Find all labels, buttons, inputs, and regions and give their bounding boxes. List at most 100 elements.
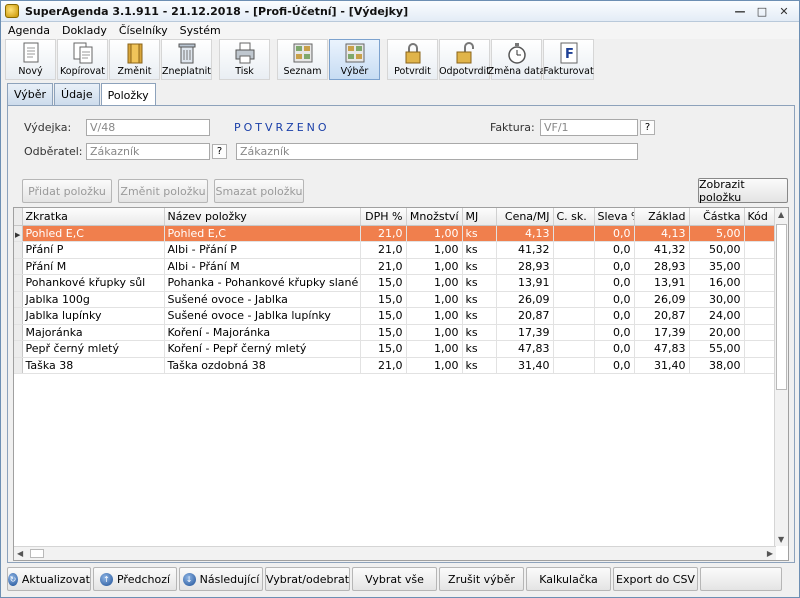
table-cell[interactable] [553, 357, 595, 374]
table-cell[interactable]: 4,13 [634, 225, 690, 242]
table-cell[interactable]: 20,00 [689, 324, 745, 341]
table-cell[interactable]: 0,0 [594, 307, 635, 325]
table-cell[interactable]: Přání P [22, 241, 165, 259]
table-cell[interactable]: 0,0 [594, 225, 635, 242]
tab-vyber[interactable]: Výběr [7, 83, 54, 105]
table-cell[interactable]: Pohled E,C [22, 225, 165, 242]
column-header-nazev[interactable]: Název položky [164, 208, 361, 226]
table-cell[interactable] [553, 307, 595, 325]
table-cell[interactable]: 21,0 [360, 225, 407, 242]
close-icon[interactable]: ✕ [773, 3, 795, 19]
deselect-button[interactable]: Zrušit výběr [439, 567, 524, 591]
column-header-cena[interactable]: Cena/MJ [496, 208, 554, 226]
table-cell[interactable]: ks [462, 274, 497, 292]
table-cell[interactable]: 50,00 [689, 241, 745, 259]
table-cell[interactable] [744, 274, 777, 292]
table-cell[interactable]: 1,00 [406, 357, 463, 374]
copy-button[interactable]: Kopírovat [57, 39, 108, 80]
table-cell[interactable]: 17,39 [634, 324, 690, 341]
table-row[interactable]: Přání P Albi - Přání P 21,0 1,00 ks 41,32 0,0 4… [14, 241, 777, 259]
table-cell[interactable]: 24,00 [689, 307, 745, 325]
table-cell[interactable] [744, 225, 777, 242]
toggle-select-button[interactable]: Vybrat/odebrat [265, 567, 350, 591]
table-cell[interactable]: 21,0 [360, 357, 407, 374]
table-cell[interactable] [744, 291, 777, 308]
table-cell[interactable]: 28,93 [634, 258, 690, 275]
table-row[interactable]: Jablka lupínky Sušené ovoce - Jablka lupí… [14, 307, 777, 325]
maximize-icon[interactable]: □ [751, 3, 773, 19]
table-cell[interactable]: 1,00 [406, 340, 463, 358]
table-row[interactable]: Pohankové křupky sůl Pohanka - Pohankové … [14, 274, 777, 292]
table-cell[interactable]: 0,0 [594, 324, 635, 341]
row-indicator[interactable] [14, 357, 23, 374]
table-cell[interactable] [553, 225, 595, 242]
table-cell[interactable]: Albi - Přání P [164, 241, 361, 259]
print-button[interactable]: Tisk [219, 39, 270, 80]
table-cell[interactable]: 4,13 [496, 225, 554, 242]
minimize-icon[interactable]: — [729, 3, 751, 19]
table-cell[interactable]: 20,87 [634, 307, 690, 325]
invoice-button[interactable]: F Fakturovat [543, 39, 594, 80]
row-indicator[interactable] [14, 241, 23, 259]
edit-item-button[interactable]: Změnit položku [118, 179, 208, 203]
selection-button[interactable]: Výběr [329, 39, 380, 80]
table-cell[interactable]: 41,32 [634, 241, 690, 259]
table-cell[interactable]: 0,0 [594, 274, 635, 292]
row-indicator[interactable]: ▶ [14, 225, 23, 242]
table-cell[interactable]: 16,00 [689, 274, 745, 292]
table-cell[interactable]: Jablka 100g [22, 291, 165, 308]
table-cell[interactable] [744, 324, 777, 341]
menu-ciselniky[interactable]: Číselníky [112, 24, 173, 37]
table-cell[interactable]: 35,00 [689, 258, 745, 275]
row-indicator[interactable] [14, 307, 23, 325]
table-cell[interactable] [744, 241, 777, 259]
table-cell[interactable]: 31,40 [634, 357, 690, 374]
table-cell[interactable] [553, 241, 595, 259]
change-date-button[interactable]: Změna data [488, 39, 545, 80]
table-cell[interactable] [553, 324, 595, 341]
scroll-right-icon[interactable]: ▶ [767, 549, 773, 558]
faktura-lookup-button[interactable]: ? [640, 120, 655, 135]
table-cell[interactable]: 0,0 [594, 241, 635, 259]
table-row[interactable]: ▶ Pohled E,C Pohled E,C 21,0 1,00 ks 4,13 0,0 4,… [14, 225, 777, 242]
table-cell[interactable]: 13,91 [496, 274, 554, 292]
table-cell[interactable]: 0,0 [594, 291, 635, 308]
table-cell[interactable]: 1,00 [406, 274, 463, 292]
menu-system[interactable]: Systém [173, 24, 226, 37]
table-cell[interactable]: 0,0 [594, 340, 635, 358]
table-cell[interactable]: 21,0 [360, 241, 407, 259]
table-cell[interactable]: 20,87 [496, 307, 554, 325]
table-cell[interactable]: ks [462, 241, 497, 259]
table-cell[interactable]: 47,83 [496, 340, 554, 358]
table-cell[interactable] [744, 357, 777, 374]
table-cell[interactable]: ks [462, 258, 497, 275]
invalidate-button[interactable]: Zneplatnit [161, 39, 212, 80]
table-cell[interactable] [553, 291, 595, 308]
table-cell[interactable]: 31,40 [496, 357, 554, 374]
calculator-button[interactable]: Kalkulačka [526, 567, 611, 591]
show-item-button[interactable]: Zobrazit položku [698, 178, 788, 204]
table-cell[interactable]: 15,0 [360, 324, 407, 341]
tab-udaje[interactable]: Údaje [54, 83, 100, 105]
table-row[interactable]: Majoránka Koření - Majoránka 15,0 1,00 ks 17,… [14, 324, 777, 341]
table-cell[interactable]: Koření - Majoránka [164, 324, 361, 341]
table-cell[interactable] [744, 307, 777, 325]
add-item-button[interactable]: Přidat položku [22, 179, 112, 203]
table-row[interactable]: Jablka 100g Sušené ovoce - Jablka 15,0 1,00… [14, 291, 777, 308]
menu-agenda[interactable]: Agenda [1, 24, 55, 37]
refresh-button[interactable]: ↻ Aktualizovat [7, 567, 91, 591]
table-cell[interactable]: 15,0 [360, 340, 407, 358]
vertical-scroll-thumb[interactable] [776, 224, 787, 390]
column-header-kod[interactable]: Kód [744, 208, 777, 226]
vydejka-field[interactable]: V/48 [86, 119, 210, 136]
unconfirm-button[interactable]: Odpotvrdit [439, 39, 490, 80]
row-indicator[interactable] [14, 340, 23, 358]
table-cell[interactable]: 15,0 [360, 307, 407, 325]
list-button[interactable]: Seznam [277, 39, 328, 80]
horizontal-scroll-thumb[interactable] [30, 549, 44, 558]
row-indicator[interactable] [14, 258, 23, 275]
scroll-left-icon[interactable]: ◀ [17, 549, 23, 558]
edit-button[interactable]: Změnit [109, 39, 160, 80]
table-cell[interactable]: ks [462, 291, 497, 308]
next-button[interactable]: ↓ Následující [179, 567, 263, 591]
